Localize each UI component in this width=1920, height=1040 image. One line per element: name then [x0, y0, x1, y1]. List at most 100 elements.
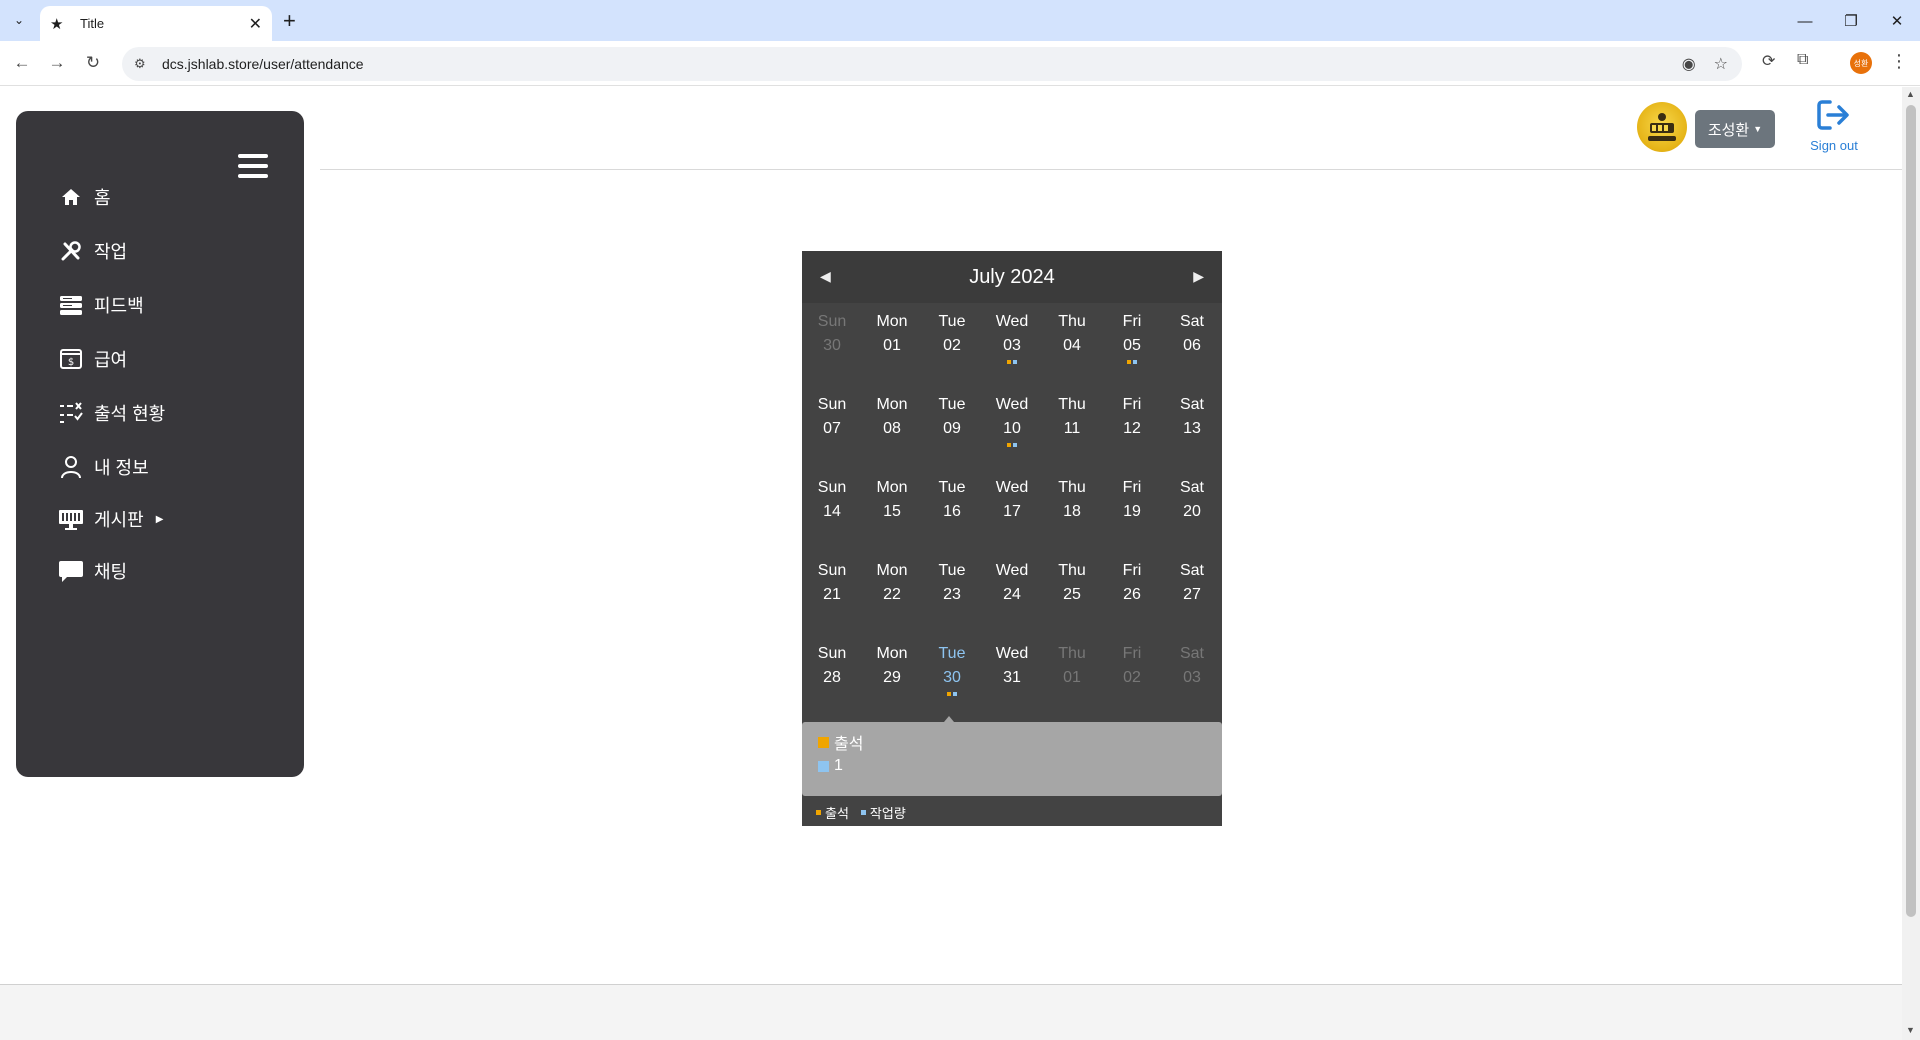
calendar-day[interactable]: Sun 14	[802, 476, 862, 532]
detail-attendance: 출석	[818, 730, 863, 754]
calendar-day[interactable]: Sat 06	[1162, 310, 1222, 366]
day-markers	[862, 526, 922, 532]
day-of-week-label: Fri	[1122, 313, 1142, 330]
next-month-icon[interactable]: ▶	[1193, 268, 1204, 285]
calendar-day[interactable]: Wed 24	[982, 559, 1042, 615]
calendar-day[interactable]: Wed 31	[982, 642, 1042, 698]
salary-icon: $	[58, 346, 84, 372]
day-number: 05	[1123, 337, 1141, 354]
hamburger-menu-icon[interactable]	[238, 154, 268, 178]
calendar-day[interactable]: Thu 01	[1042, 642, 1102, 698]
day-number: 01	[1063, 669, 1081, 686]
day-of-week-label: Fri	[1122, 645, 1142, 662]
profile-avatar[interactable]: 성환	[1850, 52, 1872, 74]
calendar-day[interactable]: Fri 12	[1102, 393, 1162, 449]
day-markers	[922, 692, 982, 698]
sidebar-item-salary[interactable]: $ 급여	[58, 343, 127, 375]
calendar-day[interactable]: Sun 28	[802, 642, 862, 698]
board-icon	[58, 506, 84, 532]
legend-label: 출석	[825, 805, 849, 821]
checklist-icon	[58, 400, 84, 426]
bookmark-star-icon[interactable]: ☆	[1714, 54, 1728, 74]
header-divider	[320, 169, 1902, 170]
calendar-day[interactable]: Wed 17	[982, 476, 1042, 532]
user-dropdown-button[interactable]: 조성환 ▼	[1695, 110, 1775, 148]
sidebar-item-home[interactable]: 홈	[58, 181, 111, 213]
sidebar-item-my-info[interactable]: 내 정보	[58, 451, 149, 483]
new-tab-button[interactable]: +	[283, 8, 296, 34]
day-of-week-label: Sun	[817, 479, 847, 496]
calendar-day[interactable]: Tue 23	[922, 559, 982, 615]
calendar-day[interactable]: Fri 19	[1102, 476, 1162, 532]
calendar-day[interactable]: Fri 02	[1102, 642, 1162, 698]
calendar-day[interactable]: Sat 03	[1162, 642, 1222, 698]
day-markers	[1162, 609, 1222, 615]
avatar[interactable]	[1637, 102, 1687, 152]
day-number: 11	[1063, 420, 1081, 437]
forward-button[interactable]: →	[44, 50, 70, 76]
sign-out-button[interactable]: Sign out	[1800, 99, 1868, 153]
scroll-up-icon[interactable]: ▲	[1906, 89, 1915, 99]
day-markers	[802, 443, 862, 449]
minimize-button[interactable]: —	[1790, 6, 1820, 36]
day-markers	[1102, 443, 1162, 449]
scrollbar-thumb[interactable]	[1906, 105, 1916, 917]
calendar-day[interactable]: Mon 01	[862, 310, 922, 366]
calendar-day[interactable]: Sat 27	[1162, 559, 1222, 615]
calendar-day[interactable]: Thu 04	[1042, 310, 1102, 366]
scroll-down-icon[interactable]: ▼	[1906, 1025, 1915, 1035]
address-bar[interactable]: ⚙ dcs.jshlab.store/user/attendance ◉ ☆	[122, 47, 1742, 81]
calendar-day[interactable]: Mon 08	[862, 393, 922, 449]
close-icon[interactable]: ✕	[249, 14, 262, 34]
sidebar-item-label: 급여	[94, 350, 128, 370]
calendar-day[interactable]: Wed 10	[982, 393, 1042, 449]
day-of-week-label: Fri	[1122, 396, 1142, 413]
eye-off-icon[interactable]: ◉	[1682, 54, 1696, 74]
calendar-day[interactable]: Wed 03	[982, 310, 1042, 366]
tab-search-button[interactable]: ⌄	[8, 9, 30, 31]
site-info-icon[interactable]: ⚙	[134, 56, 152, 72]
browser-tab[interactable]: ★ Title ✕	[40, 6, 272, 41]
calendar-day[interactable]: Mon 15	[862, 476, 922, 532]
calendar-day[interactable]: Sat 20	[1162, 476, 1222, 532]
attendance-marker	[1127, 360, 1131, 364]
calendar-day[interactable]: Thu 11	[1042, 393, 1102, 449]
reload-button[interactable]: ↻	[80, 50, 106, 76]
day-number: 28	[823, 669, 841, 686]
back-button[interactable]: ←	[9, 50, 35, 76]
feedback-icon	[58, 292, 84, 318]
detail-text: 1	[834, 757, 843, 774]
calendar-day[interactable]: Thu 25	[1042, 559, 1102, 615]
calendar-day[interactable]: Thu 18	[1042, 476, 1102, 532]
calendar-day[interactable]: Mon 29	[862, 642, 922, 698]
page-scrollbar[interactable]: ▲ ▼	[1902, 87, 1920, 1040]
calendar-day[interactable]: Fri 26	[1102, 559, 1162, 615]
day-of-week-label: Thu	[1058, 479, 1086, 496]
window-close-button[interactable]: ✕	[1882, 6, 1912, 36]
day-of-week-label: Thu	[1058, 313, 1086, 330]
calendar-day[interactable]: Sun 21	[802, 559, 862, 615]
calendar-day[interactable]: Sun 30	[802, 310, 862, 366]
sidebar-item-work[interactable]: 작업	[58, 235, 127, 267]
calendar-day[interactable]: Tue 30	[922, 642, 982, 698]
calendar-day[interactable]: Sun 07	[802, 393, 862, 449]
sidebar-item-chat[interactable]: 채팅	[58, 555, 127, 587]
day-number: 03	[1003, 337, 1021, 354]
detail-text: 출석	[834, 736, 864, 753]
calendar-day[interactable]: Fri 05	[1102, 310, 1162, 366]
calendar-day[interactable]: Tue 02	[922, 310, 982, 366]
calendar-day[interactable]: Tue 09	[922, 393, 982, 449]
sidebar-item-board[interactable]: 게시판 ▶	[58, 503, 163, 535]
calendar-day[interactable]: Tue 16	[922, 476, 982, 532]
calendar-day[interactable]: Sat 13	[1162, 393, 1222, 449]
day-of-week-label: Tue	[938, 479, 966, 496]
restore-button[interactable]: ❐	[1836, 6, 1866, 36]
sidebar-item-attendance[interactable]: 출석 현황	[58, 397, 165, 429]
sync-icon[interactable]: ⟳	[1762, 51, 1775, 71]
extensions-icon[interactable]: ⧉	[1797, 51, 1808, 69]
day-number: 02	[943, 337, 961, 354]
calendar-day[interactable]: Mon 22	[862, 559, 922, 615]
kebab-menu-icon[interactable]: ⋮	[1890, 51, 1908, 72]
day-of-week-label: Sun	[817, 562, 847, 579]
sidebar-item-feedback[interactable]: 피드백	[58, 289, 144, 321]
